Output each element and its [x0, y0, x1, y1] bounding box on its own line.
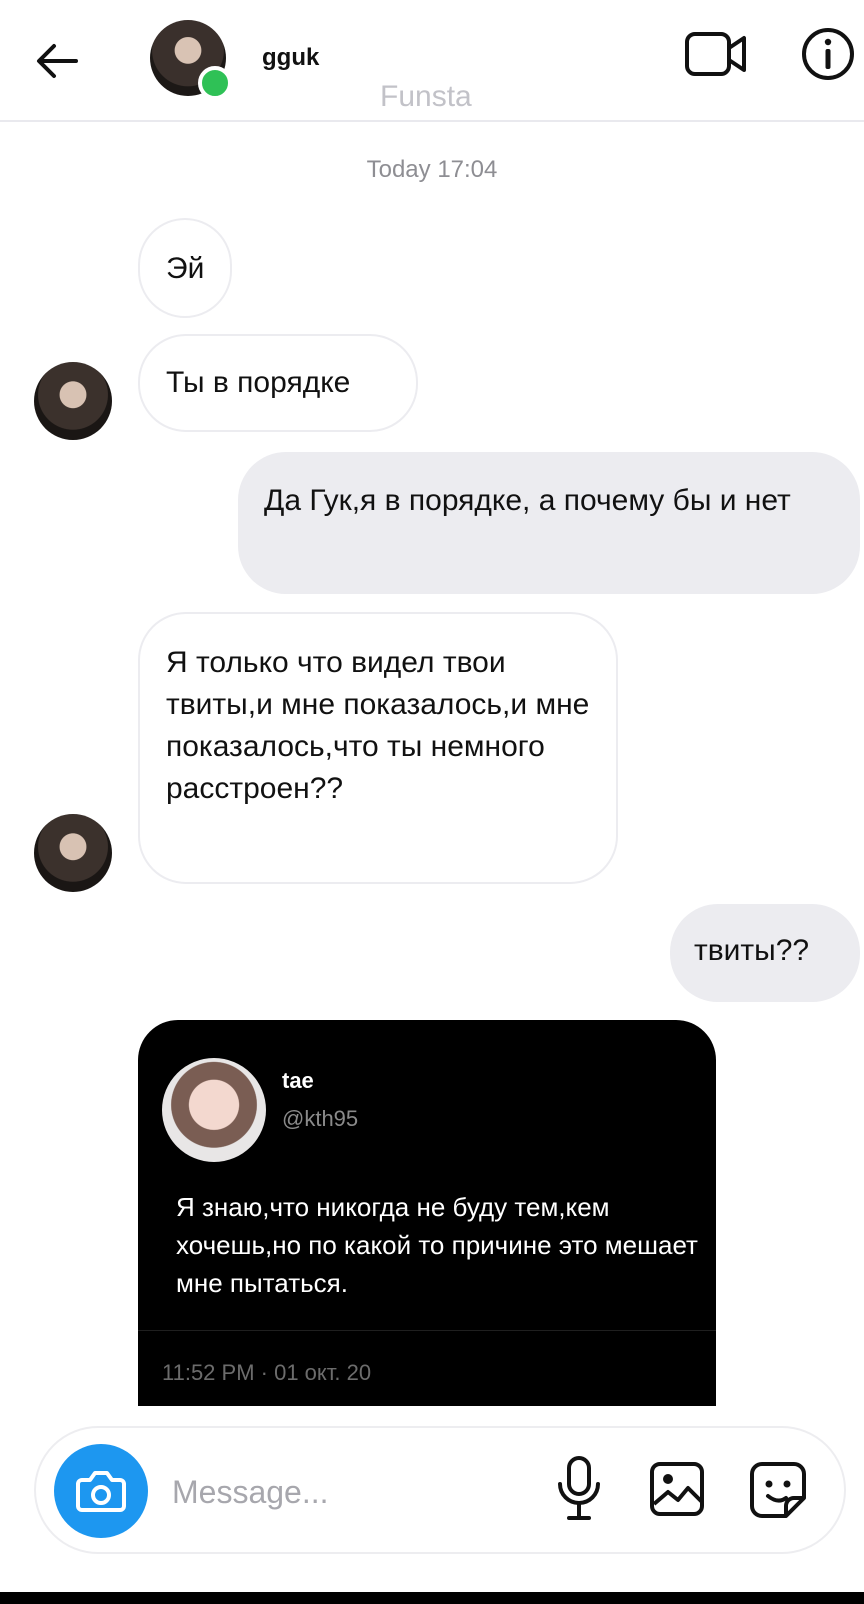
info-button[interactable] [800, 26, 856, 82]
video-call-button[interactable] [684, 28, 750, 80]
message-text: Я только что видел твои твиты,и мне пока… [166, 646, 590, 805]
video-camera-icon [685, 32, 746, 76]
message-bubble-incoming[interactable]: Ты в порядке [138, 334, 418, 432]
sender-avatar[interactable] [34, 814, 112, 892]
tweet-text: Я знаю,что никогда не буду тем,кем хочеш… [176, 1192, 698, 1298]
message-input[interactable] [170, 1468, 534, 1516]
camera-button[interactable] [54, 1444, 148, 1538]
microphone-button[interactable] [554, 1454, 604, 1524]
microphone-icon [558, 1456, 600, 1520]
sticker-icon [750, 1462, 806, 1518]
chat-header: gguk Funsta [0, 0, 864, 122]
arrow-left-icon [37, 44, 78, 78]
tweet-author-avatar [162, 1058, 266, 1162]
message-text: Ты в порядке [166, 366, 351, 399]
bottom-bar [0, 1592, 864, 1604]
tweet-author-name: tae [282, 1068, 314, 1093]
message-bubble-incoming[interactable]: Эй [138, 218, 232, 318]
message-bubble-incoming[interactable]: Я только что видел твои твиты,и мне пока… [138, 612, 618, 884]
sender-avatar[interactable] [34, 362, 112, 440]
message-text: твиты?? [694, 934, 810, 967]
camera-icon [76, 1471, 126, 1512]
info-icon [802, 28, 854, 80]
chat-timestamp: Today 17:04 [366, 156, 498, 183]
image-icon [650, 1462, 704, 1516]
tweet-timestamp: 11:52 PM · 01 окт. 20 [162, 1360, 372, 1385]
online-status-dot [198, 66, 232, 100]
message-bubble-outgoing[interactable]: твиты?? [670, 904, 860, 1002]
message-bubble-outgoing[interactable]: Да Гук,я в порядке, а почему бы и нет [238, 452, 860, 594]
contact-username[interactable]: gguk [262, 44, 319, 72]
shared-tweet-card[interactable]: tae @kth95 Я знаю,что никогда не буду те… [138, 1020, 716, 1406]
message-text: Да Гук,я в порядке, а почему бы и нет [264, 484, 791, 517]
tweet-author-handle: @kth95 [282, 1106, 359, 1131]
gallery-button[interactable] [648, 1460, 706, 1518]
contact-subtitle: Funsta [380, 80, 472, 113]
back-button[interactable] [32, 36, 82, 86]
message-composer [34, 1426, 846, 1554]
tweet-divider [138, 1330, 716, 1331]
sticker-button[interactable] [748, 1460, 808, 1520]
message-text: Эй [166, 252, 205, 285]
